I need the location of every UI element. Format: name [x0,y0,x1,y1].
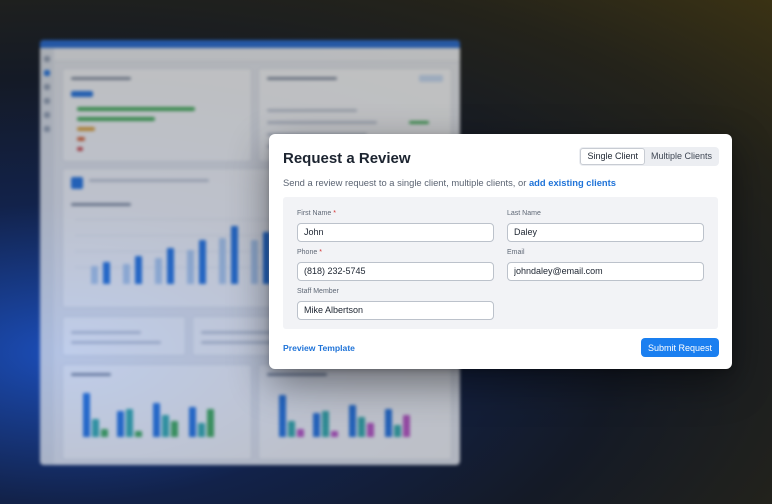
background-card [62,364,252,460]
background-topbar [40,40,460,48]
phone-field: Phone * [297,249,494,281]
email-label: Email [507,249,525,256]
phone-input[interactable] [297,261,494,281]
submit-request-button[interactable]: Submit Request [641,338,719,357]
phone-label: Phone * [297,249,322,256]
preview-template-link[interactable]: Preview Template [283,343,355,353]
first-name-input[interactable] [297,222,494,242]
background-card [62,68,252,162]
client-form: First Name * Last Name Phone * Email Sta… [283,197,718,329]
single-client-button[interactable]: Single Client [580,148,645,165]
background-tabs [54,48,460,62]
add-existing-clients-link[interactable]: add existing clients [529,177,616,188]
required-marker: * [333,210,336,217]
background-card [258,364,452,460]
email-input[interactable] [507,261,704,281]
required-marker: * [319,249,322,256]
client-mode-toggle: Single Client Multiple Clients [579,147,719,166]
background-card [62,316,186,356]
last-name-input[interactable] [507,222,704,242]
email-field: Email [507,249,704,281]
multiple-clients-button[interactable]: Multiple Clients [645,148,718,165]
staff-member-field: Staff Member [297,288,494,320]
last-name-field: Last Name [507,210,704,242]
first-name-label: First Name * [297,210,336,217]
staff-member-input[interactable] [297,300,494,320]
subtitle-text: Send a review request to a single client… [283,177,529,188]
background-sidebar [40,48,54,465]
first-name-field: First Name * [297,210,494,242]
last-name-label: Last Name [507,210,541,217]
staff-member-label: Staff Member [297,288,339,295]
request-review-modal: Request a Review Single Client Multiple … [269,134,732,369]
modal-title: Request a Review [283,150,411,167]
modal-subtitle: Send a review request to a single client… [283,177,616,188]
